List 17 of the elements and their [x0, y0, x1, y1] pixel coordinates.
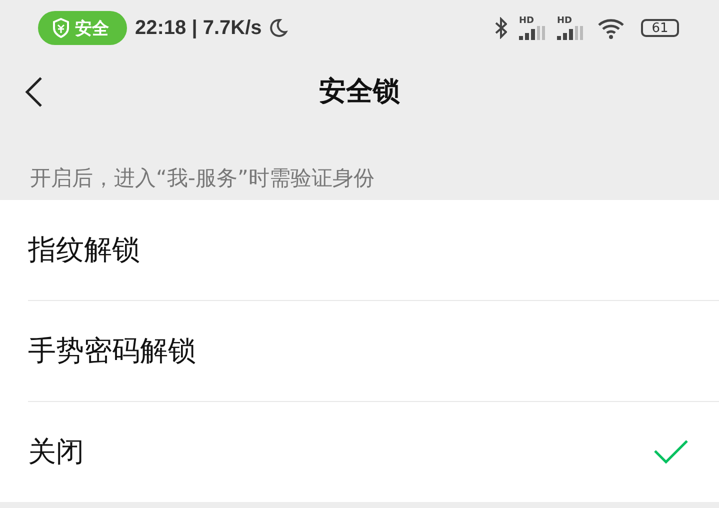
battery-icon: 61 [641, 19, 679, 37]
option-row[interactable]: 手势密码解锁 [28, 301, 719, 402]
back-icon[interactable] [24, 76, 44, 108]
security-badge: 安全 [38, 11, 127, 45]
moon-icon [268, 18, 288, 38]
option-row[interactable]: 指纹解锁 [28, 200, 719, 301]
hint-text: 开启后，进入“我-服务”时需验证身份 [29, 165, 376, 192]
bluetooth-icon [495, 17, 507, 39]
page-title: 安全锁 [319, 75, 400, 109]
signal-icon [519, 26, 545, 40]
status-time: 22:18 | 7.7K/s [135, 16, 262, 40]
signal-icon [557, 26, 583, 40]
checkmark-icon [653, 439, 689, 465]
option-row[interactable]: 关闭 [28, 402, 719, 502]
shield-icon [52, 18, 70, 38]
network-label: HD [519, 16, 534, 26]
network-label: HD [557, 16, 572, 26]
